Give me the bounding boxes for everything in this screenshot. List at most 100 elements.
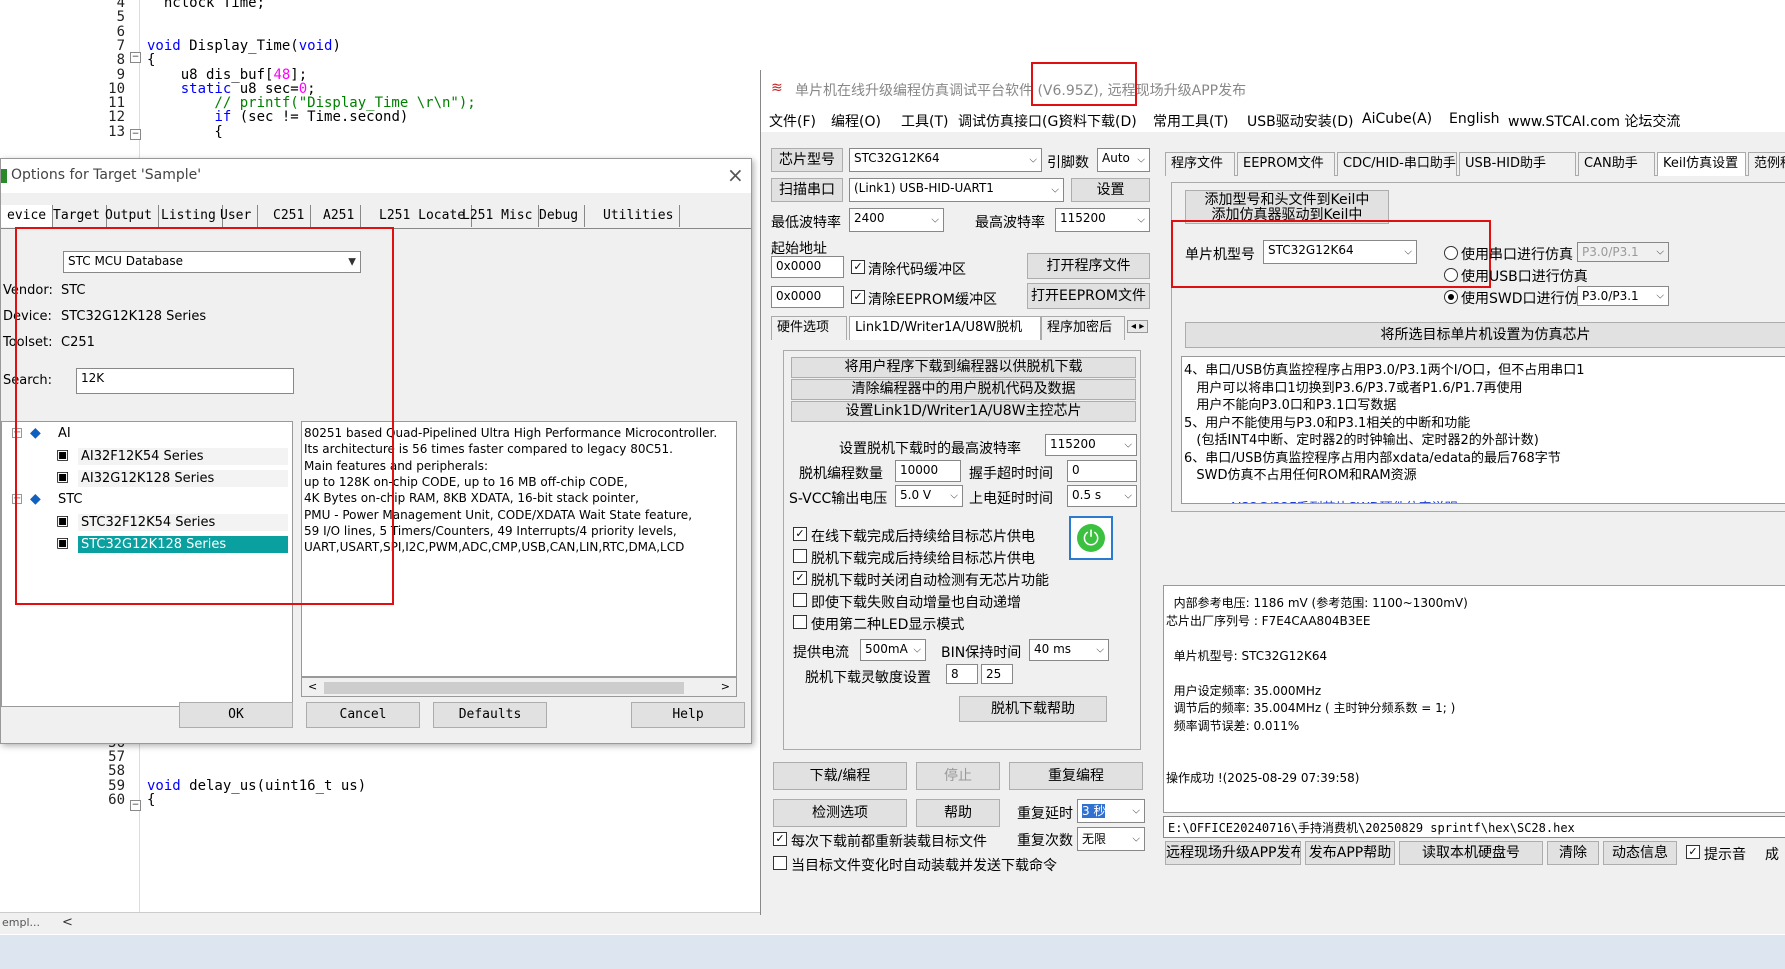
tip-sound-checkbox[interactable]: ✓ [1686, 845, 1700, 859]
right-tab[interactable]: CAN助手 [1578, 152, 1655, 176]
sim-mode-radio[interactable] [1444, 290, 1458, 304]
offline-option-checkbox[interactable]: ✓ [793, 571, 807, 585]
menu-item[interactable]: www.STCAI.com 论坛交流 [1508, 111, 1680, 131]
menu-item[interactable]: 调试仿真接口(G) [958, 111, 1064, 131]
reprogram-button[interactable]: 重复编程 [1009, 762, 1143, 790]
bottom-action-button[interactable]: 发布APP帮助 [1305, 841, 1395, 865]
power-delay-select[interactable]: 0.5 s ⌵ [1067, 485, 1137, 507]
stop-button[interactable]: 停止 [916, 762, 1000, 790]
right-tab[interactable]: CDC/HID-串口助手 [1337, 152, 1457, 176]
fold-toggle-icon[interactable]: − [130, 129, 141, 140]
handshake-input[interactable]: 0 [1067, 460, 1137, 482]
addr2-input[interactable]: 0x0000 [771, 286, 844, 308]
download-button[interactable]: 下载/编程 [773, 762, 907, 790]
menu-item[interactable]: 工具(T) [901, 111, 948, 131]
tab-utilities[interactable]: Utilities [597, 205, 681, 227]
power-button[interactable]: ⏻ [1069, 516, 1113, 560]
help-button[interactable]: Help [631, 702, 745, 728]
port-settings-button[interactable]: 设置 [1071, 178, 1150, 202]
tab-output[interactable]: Output [99, 205, 159, 227]
repeat-count-select[interactable]: 无限 ⌵ [1077, 827, 1145, 851]
fold-toggle-icon[interactable]: − [130, 52, 141, 63]
check-options-button[interactable]: 检测选项 [773, 799, 907, 827]
tab-debug[interactable]: Debug [533, 205, 586, 227]
clear-code-checkbox[interactable]: ✓ [851, 260, 865, 274]
bin-select[interactable]: 40 ms ⌵ [1029, 639, 1109, 661]
menu-item[interactable]: USB驱动安装(D) [1247, 111, 1353, 131]
editor-tab[interactable]: empl... [2, 916, 40, 929]
bottom-action-button[interactable]: 读取本机硬盘号 [1399, 841, 1543, 865]
auto-load-checkbox[interactable] [773, 856, 787, 870]
reload-checkbox[interactable]: ✓ [773, 832, 787, 846]
clear-eeprom-checkbox[interactable]: ✓ [851, 290, 865, 304]
offline-option-checkbox[interactable] [793, 549, 807, 563]
help-button-stc[interactable]: 帮助 [916, 799, 1000, 827]
count-input[interactable]: 10000 [895, 460, 961, 482]
current-select[interactable]: 500mA ⌵ [860, 639, 926, 661]
offline-baud-select[interactable]: 115200 ⌵ [1045, 434, 1137, 456]
scroll-thumb[interactable] [324, 682, 684, 694]
left-tab[interactable]: 硬件选项 [771, 316, 847, 340]
scroll-left-icon[interactable]: < [308, 680, 317, 693]
ok-button[interactable]: OK [179, 702, 293, 728]
scan-port-button[interactable]: 扫描串口 [771, 178, 843, 202]
offline-action-button[interactable]: 将用户程序下载到编程器以供脱机下载 [791, 357, 1136, 378]
tab-c251[interactable]: C251 [267, 205, 312, 227]
right-tab[interactable]: USB-HID助手 [1459, 152, 1576, 176]
add-keil-button[interactable]: 添加型号和头文件到Keil中 添加仿真器驱动到Keil中 [1185, 190, 1389, 224]
tab-listing[interactable]: Listing [155, 205, 223, 227]
bottom-action-button[interactable]: 远程现场升级APP发布 [1165, 841, 1301, 865]
offline-action-button[interactable]: 清除编程器中的用户脱机代码及数据 [791, 379, 1136, 400]
menu-item[interactable]: 资料下载(D) [1059, 111, 1137, 131]
offline-help-button[interactable]: 脱机下载帮助 [959, 696, 1107, 722]
menu-item[interactable]: 文件(F) [769, 111, 816, 131]
sim-port-select[interactable]: P3.0/P3.1 ⌵ [1577, 286, 1669, 306]
menu-item[interactable]: 编程(O) [831, 111, 881, 131]
fold-toggle-icon[interactable]: − [130, 800, 141, 811]
menu-item[interactable]: English [1449, 111, 1500, 127]
addr1-input[interactable]: 0x0000 [771, 256, 844, 278]
scroll-right-icon[interactable]: > [721, 680, 730, 693]
right-tab[interactable]: 范例程 [1748, 152, 1785, 176]
tab-a251[interactable]: A251 [317, 205, 362, 227]
bottom-action-button[interactable]: 动态信息 [1603, 841, 1677, 865]
repeat-delay-select[interactable]: 3 秒 ⌵ [1077, 799, 1145, 823]
cancel-button[interactable]: Cancel [306, 702, 420, 728]
max-baud-select[interactable]: 115200 ⌵ [1055, 208, 1150, 232]
open-program-button[interactable]: 打开程序文件 [1027, 253, 1150, 279]
sensitivity-2[interactable]: 25 [981, 664, 1013, 684]
file-path-field[interactable]: E:\OFFICE20240716\手持消费机\20250829 sprintf… [1163, 816, 1785, 838]
tab-user[interactable]: User [214, 205, 259, 227]
sim-port-select[interactable]: P3.0/P3.1 ⌵ [1577, 242, 1669, 262]
swd-help-link[interactable]: ==> AI32G/32F系列芯片SWD硬件仿真说明 [1192, 497, 1458, 503]
set-sim-chip-button[interactable]: 将所选目标单片机设置为仿真芯片 [1185, 322, 1785, 348]
menu-item[interactable]: 常用工具(T) [1153, 111, 1228, 131]
open-eeprom-button[interactable]: 打开EEPROM文件 [1027, 283, 1150, 309]
tab-evice[interactable]: evice [1, 205, 54, 227]
tab-scroll-icon[interactable]: ◂ ▸ [1127, 320, 1149, 333]
port-select[interactable]: (Link1) USB-HID-UART1 ⌵ [849, 178, 1064, 202]
offline-action-button[interactable]: 设置Link1D/Writer1A/U8W主控芯片 [791, 401, 1136, 422]
offline-option-checkbox[interactable] [793, 615, 807, 629]
menu-item[interactable]: AiCube(A) [1362, 111, 1432, 127]
sensitivity-1[interactable]: 8 [946, 664, 978, 684]
offline-option-checkbox[interactable]: ✓ [793, 527, 807, 541]
scroll-left-icon[interactable]: < [62, 915, 73, 930]
right-tab[interactable]: 程序文件 [1165, 152, 1235, 176]
close-icon[interactable]: × [727, 163, 744, 187]
tab-l251-misc[interactable]: L251 Misc [456, 205, 540, 227]
svcc-select[interactable]: 5.0 V ⌵ [895, 485, 963, 507]
left-tab[interactable]: 程序加密后 [1041, 316, 1125, 340]
tab-target[interactable]: Target [47, 205, 107, 227]
sim-mode-radio[interactable] [1444, 246, 1458, 260]
left-tab[interactable]: Link1D/Writer1A/U8W脱机 [849, 316, 1041, 340]
pin-select[interactable]: Auto ⌵ [1097, 148, 1150, 172]
sim-mode-radio[interactable] [1444, 268, 1458, 282]
defaults-button[interactable]: Defaults [433, 702, 547, 728]
chip-select[interactable]: STC32G12K64 ⌵ [849, 148, 1042, 172]
right-tab[interactable]: Keil仿真设置 [1657, 152, 1746, 176]
description-hscroll[interactable]: < > [301, 677, 737, 697]
min-baud-select[interactable]: 2400 ⌵ [849, 208, 944, 232]
right-tab[interactable]: EEPROM文件 [1237, 152, 1335, 176]
bottom-action-button[interactable]: 清除 [1547, 841, 1599, 865]
